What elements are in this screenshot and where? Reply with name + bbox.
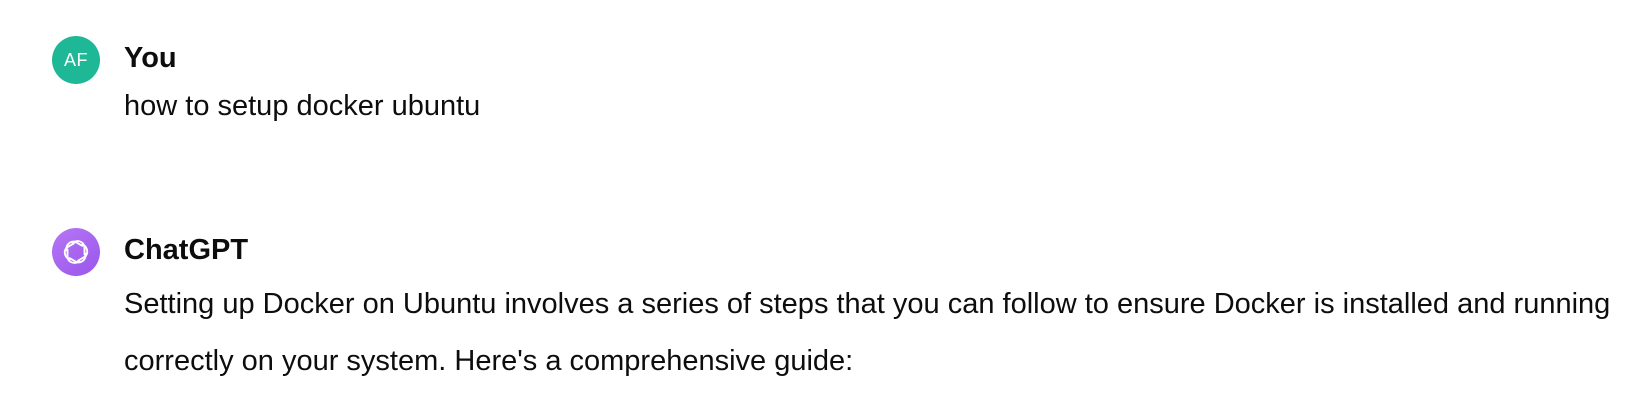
assistant-author-name: ChatGPT <box>124 234 249 266</box>
assistant-message: ChatGPT Setting up Docker on Ubuntu invo… <box>52 228 1612 390</box>
assistant-avatar <box>52 228 100 276</box>
assistant-message-content: ChatGPT Setting up Docker on Ubuntu invo… <box>124 228 1612 390</box>
assistant-message-text: Setting up Docker on Ubuntu involves a s… <box>124 288 1611 377</box>
user-avatar-initials: AF <box>63 49 88 70</box>
user-message-text: how to setup docker ubuntu <box>124 90 481 122</box>
user-message: AF You how to setup docker ubuntu <box>52 36 1612 126</box>
user-avatar: AF <box>52 36 100 84</box>
user-message-content: You how to setup docker ubuntu <box>124 36 480 126</box>
openai-logo-icon <box>63 240 89 264</box>
user-author-name: You <box>124 42 177 74</box>
